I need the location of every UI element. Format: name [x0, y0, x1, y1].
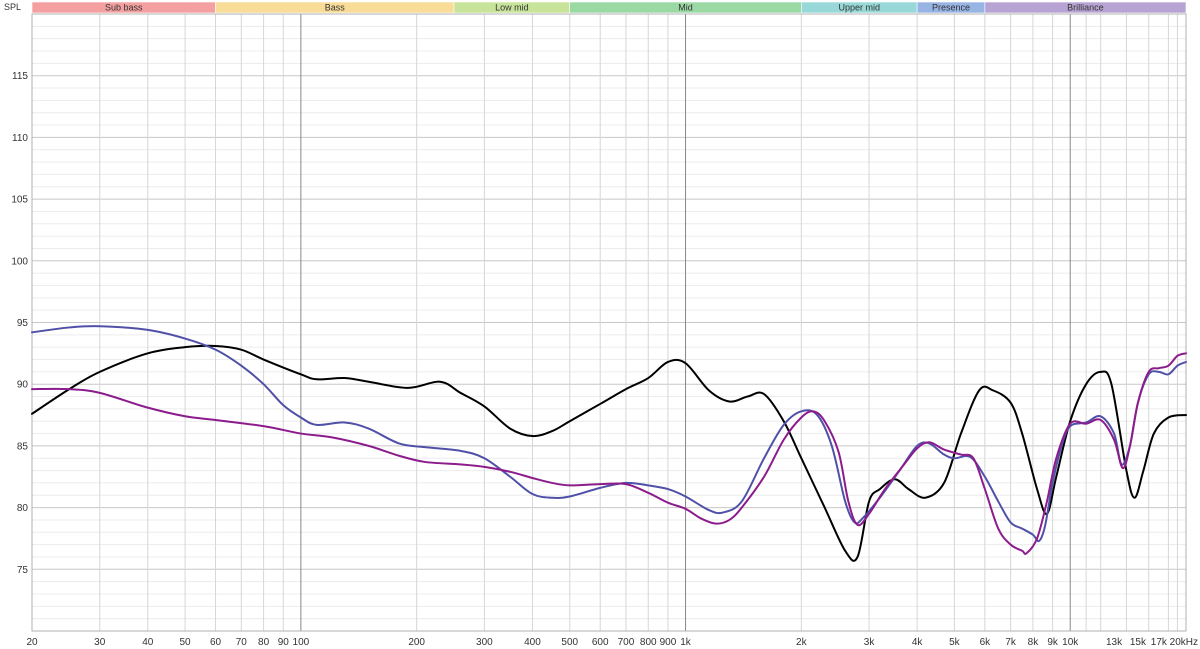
x-tick-label: 20	[26, 637, 38, 648]
x-tick-label: 40	[142, 637, 154, 648]
x-tick-label: 2k	[796, 637, 808, 648]
x-tick-label: 9k	[1047, 637, 1059, 648]
x-tick-label: 60	[210, 637, 222, 648]
x-tick-label: 300	[476, 637, 493, 648]
band-label-3: Mid	[678, 3, 693, 13]
x-tick-label: 15k	[1130, 637, 1147, 648]
x-tick-label: 70	[236, 637, 248, 648]
band-label-4: Upper mid	[838, 3, 880, 13]
y-tick-label: 80	[17, 503, 29, 514]
x-tick-label: 13k	[1106, 637, 1123, 648]
band-label-6: Brilliance	[1067, 3, 1104, 13]
y-axis-label: SPL	[4, 2, 21, 12]
y-tick-label: 95	[17, 318, 29, 329]
y-tick-label: 90	[17, 380, 29, 391]
x-tick-label: 17k	[1151, 637, 1168, 648]
x-tick-label: 50	[180, 637, 192, 648]
y-tick-label: 75	[17, 565, 29, 576]
x-tick-label: 5k	[949, 637, 961, 648]
x-tick-label: 8k	[1028, 637, 1040, 648]
y-tick-label: 100	[11, 256, 28, 267]
x-tick-label: 100	[293, 637, 310, 648]
x-tick-label: 7k	[1005, 637, 1017, 648]
band-label-0: Sub bass	[105, 3, 143, 13]
frequency-response-chart: Sub bass Bass Low mid Mid Upper mid Presence B…	[0, 0, 1200, 649]
x-tick-label: 4k	[912, 637, 924, 648]
x-tick-label: 30	[94, 637, 106, 648]
band-label-2: Low mid	[495, 3, 529, 13]
x-tick-label: 400	[524, 637, 541, 648]
x-tick-label: 500	[561, 637, 578, 648]
x-tick-label: 3k	[864, 637, 876, 648]
x-tick-label: 800	[640, 637, 657, 648]
x-tick-label: 90	[278, 637, 290, 648]
y-tick-label: 110	[12, 133, 28, 144]
x-tick-label: 600	[592, 637, 609, 648]
y-tick-label: 105	[11, 195, 28, 206]
x-tick-label: 10k	[1062, 637, 1079, 648]
x-tick-label: 20kHz	[1170, 637, 1198, 648]
x-tick-label: 200	[408, 637, 425, 648]
x-tick-label: 1k	[680, 637, 692, 648]
band-label-1: Bass	[325, 3, 346, 13]
x-tick-label: 700	[618, 637, 635, 648]
y-tick-label: 85	[17, 441, 29, 452]
x-tick-label: 80	[258, 637, 270, 648]
x-tick-label: 6k	[980, 637, 992, 648]
band-label-5: Presence	[932, 3, 970, 13]
y-tick-label: 115	[12, 71, 28, 82]
x-tick-label: 900	[660, 637, 677, 648]
frequency-band-header: Sub bass Bass Low mid Mid Upper mid Presence B…	[31, 1, 1187, 14]
